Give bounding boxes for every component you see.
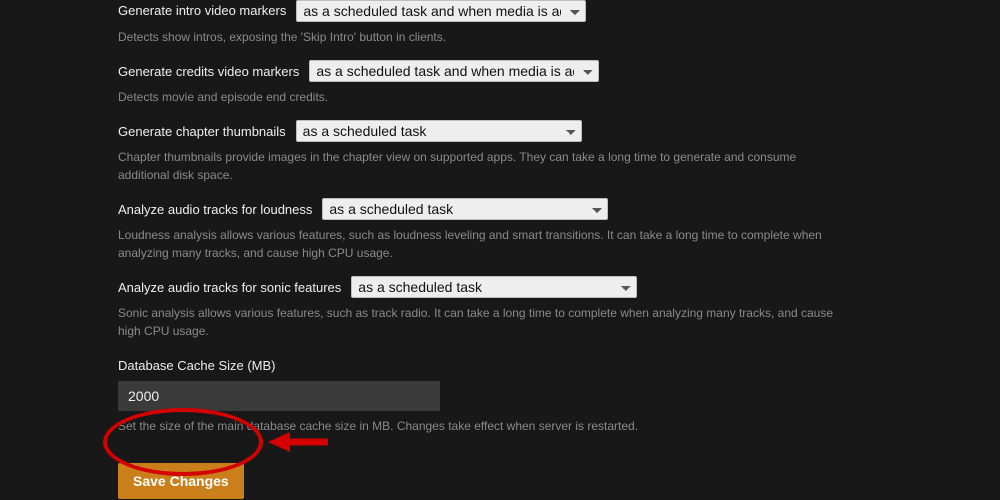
cache-size-value: 2000 — [128, 388, 159, 404]
chapter-thumbnails-help: Chapter thumbnails provide images in the… — [118, 148, 840, 184]
loudness-analysis-select[interactable]: as a scheduled task — [322, 198, 608, 220]
loudness-analysis-label: Analyze audio tracks for loudness — [118, 202, 312, 217]
save-changes-button[interactable]: Save Changes — [118, 463, 244, 499]
cache-size-label: Database Cache Size (MB) — [118, 358, 840, 373]
credits-markers-select[interactable]: as a scheduled task and when media is ad… — [309, 60, 599, 82]
cache-size-input[interactable]: 2000 — [118, 381, 440, 411]
loudness-analysis-help: Loudness analysis allows various feature… — [118, 226, 840, 262]
sonic-analysis-help: Sonic analysis allows various features, … — [118, 304, 840, 340]
chapter-thumbnails-select[interactable]: as a scheduled task — [296, 120, 582, 142]
intro-markers-help: Detects show intros, exposing the 'Skip … — [118, 28, 840, 46]
credits-markers-label: Generate credits video markers — [118, 64, 299, 79]
chapter-thumbnails-label: Generate chapter thumbnails — [118, 124, 286, 139]
intro-markers-label: Generate intro video markers — [118, 3, 286, 18]
credits-markers-help: Detects movie and episode end credits. — [118, 88, 840, 106]
intro-markers-select[interactable]: as a scheduled task and when media is ad… — [296, 0, 586, 22]
sonic-analysis-label: Analyze audio tracks for sonic features — [118, 280, 341, 295]
cache-size-help: Set the size of the main database cache … — [118, 417, 840, 435]
sonic-analysis-select[interactable]: as a scheduled task — [351, 276, 637, 298]
